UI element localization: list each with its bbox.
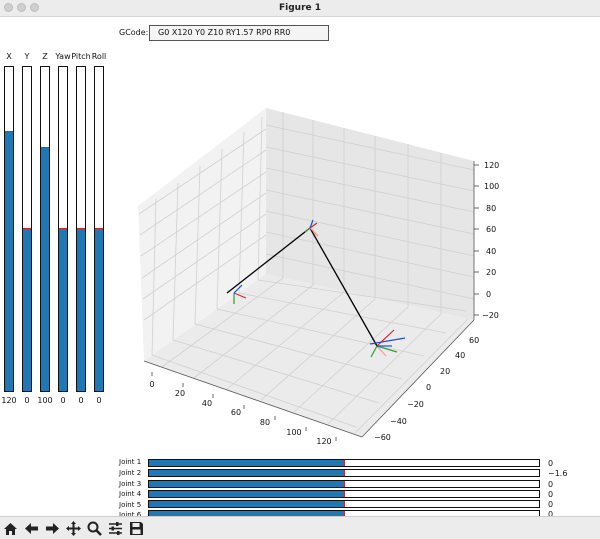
y-tick-label: −20	[407, 400, 424, 409]
joint-1-marker	[344, 460, 345, 466]
x-tick-label: 20	[175, 389, 185, 398]
joint-1-fill	[149, 460, 344, 466]
joint-3-marker	[344, 481, 345, 487]
save-icon[interactable]	[128, 520, 145, 537]
back-arrow-icon[interactable]	[23, 520, 40, 537]
joint-1-value: 0	[548, 459, 554, 468]
joint-2-label: Joint 2	[119, 469, 142, 477]
z-tick-label: 60	[486, 225, 496, 234]
joint-2-slider[interactable]	[148, 469, 540, 477]
joint-4-slider[interactable]	[148, 490, 540, 498]
y-tick-label: 40	[455, 351, 465, 360]
x-tick-label: 40	[202, 399, 212, 408]
x-tick-label: 0	[149, 380, 154, 389]
joint-3-fill	[149, 481, 344, 487]
z-tick-label: 0	[486, 290, 491, 299]
joint-4-fill	[149, 491, 344, 497]
joint-1-slider[interactable]	[148, 459, 540, 467]
z-tick-label: 120	[484, 161, 499, 170]
joint-5-slider[interactable]	[148, 500, 540, 508]
y-tick-label: 0	[426, 383, 431, 392]
y-tick-label: 60	[469, 336, 479, 345]
x-tick-label: 120	[316, 437, 331, 446]
z-tick-label: 40	[486, 247, 496, 256]
joint-2-value: −1.6	[548, 469, 568, 478]
3d-arm-plot[interactable]: 0 20 40 60 80 100 120 −60 −40 −20 0 20 4…	[0, 0, 600, 538]
joint-3-slider[interactable]	[148, 480, 540, 488]
y-tick-label: −60	[374, 433, 391, 442]
home-icon[interactable]	[2, 520, 19, 537]
forward-arrow-icon[interactable]	[44, 520, 61, 537]
zoom-icon[interactable]	[86, 520, 103, 537]
pan-icon[interactable]	[65, 520, 82, 537]
configure-subplots-icon[interactable]	[107, 520, 124, 537]
joint-2-marker	[344, 470, 345, 476]
joint-5-marker	[344, 501, 345, 507]
joint-4-marker	[344, 491, 345, 497]
z-tick-label: 80	[486, 204, 496, 213]
joint-4-value: 0	[548, 490, 554, 499]
z-tick-label: −20	[482, 311, 499, 320]
joint-3-label: Joint 3	[119, 480, 142, 488]
y-tick-label: 20	[440, 367, 450, 376]
z-tick-label: 20	[486, 268, 496, 277]
joint-1-label: Joint 1	[119, 458, 142, 466]
joint-3-value: 0	[548, 480, 554, 489]
joint-5-label: Joint 5	[119, 501, 142, 509]
x-tick-label: 100	[286, 428, 301, 437]
navigation-toolbar	[0, 516, 600, 539]
joint-5-fill	[149, 501, 344, 507]
y-tick-label: −40	[390, 417, 407, 426]
x-tick-label: 60	[231, 408, 241, 417]
joint-4-label: Joint 4	[119, 490, 142, 498]
x-tick-label: 80	[260, 418, 270, 427]
joint-2-fill	[149, 470, 344, 476]
z-tick-label: 100	[484, 182, 499, 191]
joint-5-value: 0	[548, 500, 554, 509]
